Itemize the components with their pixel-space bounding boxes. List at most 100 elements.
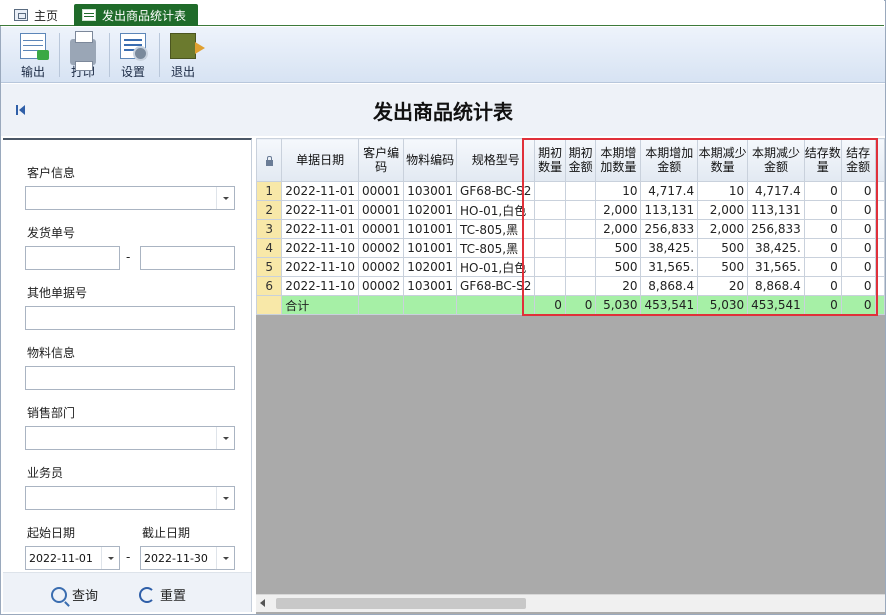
table-cell[interactable] [564, 200, 597, 220]
table-cell[interactable]: 0 [803, 276, 842, 296]
table-row[interactable]: 6 2022-11-10 00002 103001 GF68-BC-S2 20 8,868.… [256, 276, 885, 296]
table-cell[interactable]: 101001 [403, 238, 458, 258]
table-cell[interactable]: 103001 [403, 276, 458, 296]
table-cell[interactable]: 500 [697, 257, 749, 277]
table-cell[interactable]: 31,565. [640, 257, 699, 277]
table-cell[interactable]: GF68-BC-S2 [456, 181, 536, 201]
table-cell[interactable]: 20 [595, 276, 642, 296]
table-cell[interactable]: 0 [840, 257, 876, 277]
table-cell[interactable]: 102001 [403, 200, 458, 220]
table-cell[interactable] [564, 181, 597, 201]
table-cell[interactable]: 8,868.4 [640, 276, 699, 296]
table-cell[interactable]: 103001 [403, 181, 458, 201]
table-cell[interactable]: 0 [840, 181, 876, 201]
table-cell[interactable]: 31,565. [747, 257, 805, 277]
table-cell[interactable] [564, 257, 597, 277]
table-cell[interactable]: 0 [803, 257, 842, 277]
row-number[interactable]: 1 [256, 181, 283, 201]
delivery-no-from-input[interactable] [25, 246, 120, 270]
row-number[interactable]: 5 [256, 257, 283, 277]
table-cell[interactable]: HO-01,白色 [456, 257, 536, 277]
export-button[interactable]: 输出 [11, 31, 55, 79]
col-header[interactable]: 单据日期 [281, 138, 360, 182]
table-cell[interactable]: 2,000 [595, 219, 642, 239]
col-header[interactable]: 期初数量 [534, 138, 566, 182]
scroll-left-icon[interactable] [260, 599, 265, 607]
table-cell[interactable]: 0 [803, 181, 842, 201]
table-cell[interactable]: TC-805,黑 [456, 219, 536, 239]
table-cell[interactable]: 2,000 [697, 219, 749, 239]
table-cell[interactable]: 256,833 [747, 219, 805, 239]
table-row[interactable]: 3 2022-11-01 00001 101001 TC-805,黑 2,000 256,8… [256, 219, 885, 239]
col-header[interactable]: 结存金额 [840, 138, 876, 182]
reset-button[interactable]: 重置 [139, 585, 186, 604]
table-cell[interactable]: 256,833 [640, 219, 699, 239]
table-cell[interactable]: 2,000 [595, 200, 642, 220]
table-cell[interactable]: 0 [840, 200, 876, 220]
customer-select[interactable] [25, 186, 235, 210]
table-cell[interactable]: HO-01,白色 [456, 200, 536, 220]
row-selector-header[interactable] [256, 138, 283, 182]
table-cell[interactable]: GF68-BC-S2 [456, 276, 536, 296]
table-cell[interactable]: 38,425. [640, 238, 699, 258]
table-cell[interactable]: 0 [803, 238, 842, 258]
table-cell[interactable]: 4,717.4 [640, 181, 699, 201]
col-header[interactable]: 本期减少金额 [747, 138, 805, 182]
table-cell[interactable]: 0 [803, 219, 842, 239]
exit-button[interactable]: 退出 [161, 31, 205, 79]
table-row[interactable]: 4 2022-11-10 00002 101001 TC-805,黑 500 38,425.… [256, 238, 885, 258]
material-input[interactable] [25, 366, 235, 390]
table-cell[interactable]: 00002 [358, 276, 405, 296]
table-cell[interactable]: 2022-11-10 [281, 238, 360, 258]
table-cell[interactable]: 101001 [403, 219, 458, 239]
table-cell[interactable] [534, 219, 566, 239]
delivery-no-to-input[interactable] [140, 246, 235, 270]
col-header[interactable]: 规格型号 [456, 138, 536, 182]
table-cell[interactable]: 20 [697, 276, 749, 296]
table-cell[interactable]: 4,717.4 [747, 181, 805, 201]
table-cell[interactable]: 00002 [358, 238, 405, 258]
col-header[interactable]: 结存数量 [803, 138, 842, 182]
col-header[interactable]: 期初金额 [564, 138, 597, 182]
table-cell[interactable] [534, 276, 566, 296]
table-cell[interactable]: 00001 [358, 219, 405, 239]
table-cell[interactable] [534, 200, 566, 220]
col-header[interactable]: 客户编码 [358, 138, 405, 182]
chevron-down-icon[interactable] [216, 547, 234, 569]
table-cell[interactable]: 10 [595, 181, 642, 201]
table-cell[interactable]: 00001 [358, 200, 405, 220]
table-cell[interactable] [564, 219, 597, 239]
chevron-down-icon[interactable] [216, 427, 234, 449]
table-cell[interactable]: 2022-11-01 [281, 219, 360, 239]
table-cell[interactable]: TC-805,黑 [456, 238, 536, 258]
table-cell[interactable]: 0 [840, 238, 876, 258]
table-cell[interactable]: 00002 [358, 257, 405, 277]
tab-shipped-goods-report[interactable]: 发出商品统计表 [74, 4, 198, 26]
table-cell[interactable]: 102001 [403, 257, 458, 277]
table-cell[interactable]: 2,000 [697, 200, 749, 220]
query-button[interactable]: 查询 [51, 585, 98, 604]
table-cell[interactable]: 8,868.4 [747, 276, 805, 296]
table-cell[interactable]: 0 [803, 200, 842, 220]
col-header[interactable]: 本期增加金额 [640, 138, 699, 182]
table-cell[interactable] [534, 181, 566, 201]
table-cell[interactable] [564, 238, 597, 258]
table-cell[interactable] [534, 257, 566, 277]
col-header[interactable]: 本期减少数量 [697, 138, 749, 182]
table-cell[interactable]: 2022-11-10 [281, 257, 360, 277]
row-number[interactable]: 6 [256, 276, 283, 296]
table-cell[interactable] [534, 238, 566, 258]
table-row[interactable]: 1 2022-11-01 00001 103001 GF68-BC-S2 10 4,717.… [256, 181, 885, 201]
col-header[interactable]: 本期增加数量 [595, 138, 642, 182]
salesman-select[interactable] [25, 486, 235, 510]
chevron-down-icon[interactable] [101, 547, 119, 569]
table-row[interactable]: 2 2022-11-01 00001 102001 HO-01,白色 2,000 113,1… [256, 200, 885, 220]
table-cell[interactable]: 38,425. [747, 238, 805, 258]
table-cell[interactable]: 2022-11-01 [281, 181, 360, 201]
scroll-thumb[interactable] [276, 598, 526, 609]
horizontal-scrollbar[interactable] [256, 594, 885, 612]
table-cell[interactable]: 10 [697, 181, 749, 201]
col-header[interactable]: 物料编码 [403, 138, 458, 182]
table-cell[interactable]: 500 [595, 238, 642, 258]
tab-home[interactable]: 主页 [6, 4, 66, 26]
